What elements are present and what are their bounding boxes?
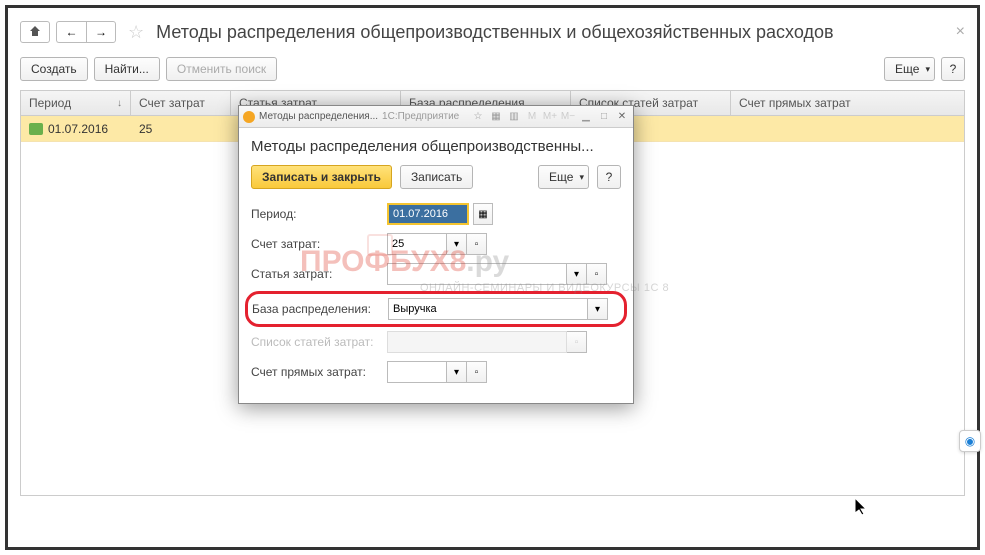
- chevron-down-icon: ▾: [454, 239, 459, 250]
- dialog-heading: Методы распределения общепроизводственны…: [251, 138, 621, 155]
- tb-icon-1[interactable]: ☆: [471, 110, 485, 124]
- forward-button[interactable]: →: [86, 21, 116, 43]
- help-button[interactable]: ?: [941, 57, 965, 81]
- open-icon: ▫: [575, 337, 579, 348]
- base-dropdown[interactable]: ▾: [588, 298, 608, 320]
- arrow-left-icon: ←: [66, 25, 78, 39]
- dialog-minimize[interactable]: ▁: [579, 110, 593, 124]
- dialog-close[interactable]: ✕: [615, 110, 629, 124]
- direct-account-input[interactable]: [387, 361, 447, 383]
- item-list-open: ▫: [567, 331, 587, 353]
- calendar-icon: ▦: [478, 209, 487, 220]
- open-icon: ▫: [595, 269, 599, 280]
- dialog-tab-title: Методы распределения...: [259, 111, 378, 122]
- save-and-close-button[interactable]: Записать и закрыть: [251, 165, 392, 189]
- direct-account-dropdown[interactable]: ▾: [447, 361, 467, 383]
- edit-dialog: Методы распределения... 1С:Предприятие ☆…: [238, 105, 634, 404]
- tb-m-minus[interactable]: M−: [561, 110, 575, 124]
- highlighted-base-row: База распределения: ▾: [245, 291, 627, 327]
- column-account[interactable]: Счет затрат: [131, 91, 231, 115]
- platform-label: 1С:Предприятие: [382, 111, 459, 122]
- cost-item-dropdown[interactable]: ▾: [567, 263, 587, 285]
- open-icon: ▫: [475, 367, 479, 378]
- more-button[interactable]: Еще: [884, 57, 935, 81]
- tb-icon-2[interactable]: ▦: [489, 110, 503, 124]
- label-period: Период:: [251, 207, 387, 221]
- home-button[interactable]: [20, 21, 50, 43]
- calendar-button[interactable]: ▦: [473, 203, 493, 225]
- arrow-right-icon: →: [95, 25, 107, 39]
- save-button[interactable]: Записать: [400, 165, 473, 189]
- base-input[interactable]: [388, 298, 588, 320]
- label-base: База распределения:: [252, 302, 388, 316]
- column-direct-account[interactable]: Счет прямых затрат: [731, 91, 964, 115]
- cost-item-open[interactable]: ▫: [587, 263, 607, 285]
- open-icon: ▫: [475, 239, 479, 250]
- create-button[interactable]: Создать: [20, 57, 88, 81]
- label-item-list: Список статей затрат:: [251, 335, 387, 349]
- cell-period: 01.07.2016: [48, 122, 108, 136]
- find-button[interactable]: Найти...: [94, 57, 160, 81]
- dialog-maximize[interactable]: □: [597, 110, 611, 124]
- period-input[interactable]: [387, 203, 469, 225]
- label-cost-item: Статья затрат:: [251, 267, 387, 281]
- tb-m[interactable]: M: [525, 110, 539, 124]
- chevron-down-icon: ▾: [454, 367, 459, 378]
- sort-indicator-icon: ↓: [117, 98, 122, 109]
- cost-item-input[interactable]: [387, 263, 567, 285]
- row-status-icon: [29, 123, 43, 135]
- chevron-down-icon: ▾: [595, 304, 600, 315]
- tb-m-plus[interactable]: M+: [543, 110, 557, 124]
- label-direct-account: Счет прямых затрат:: [251, 365, 387, 379]
- tb-icon-3[interactable]: ▥: [507, 110, 521, 124]
- cancel-search-button[interactable]: Отменить поиск: [166, 57, 277, 81]
- app-icon: [243, 111, 255, 123]
- label-account: Счет затрат:: [251, 237, 387, 251]
- close-page-button[interactable]: ×: [956, 23, 965, 41]
- chevron-down-icon: ▾: [574, 269, 579, 280]
- home-icon: [29, 25, 41, 40]
- account-input[interactable]: [387, 233, 447, 255]
- direct-account-open[interactable]: ▫: [467, 361, 487, 383]
- item-list-input: [387, 331, 567, 353]
- dialog-titlebar[interactable]: Методы распределения... 1С:Предприятие ☆…: [239, 106, 633, 128]
- page-title: Методы распределения общепроизводственны…: [156, 22, 833, 43]
- favorite-icon[interactable]: ☆: [128, 22, 144, 43]
- side-widget-icon[interactable]: ◉: [959, 430, 981, 452]
- back-button[interactable]: ←: [56, 21, 86, 43]
- account-dropdown[interactable]: ▾: [447, 233, 467, 255]
- dialog-help-button[interactable]: ?: [597, 165, 621, 189]
- cell-account: 25: [131, 116, 231, 141]
- dialog-more-button[interactable]: Еще: [538, 165, 589, 189]
- account-open[interactable]: ▫: [467, 233, 487, 255]
- column-period[interactable]: Период↓: [21, 91, 131, 115]
